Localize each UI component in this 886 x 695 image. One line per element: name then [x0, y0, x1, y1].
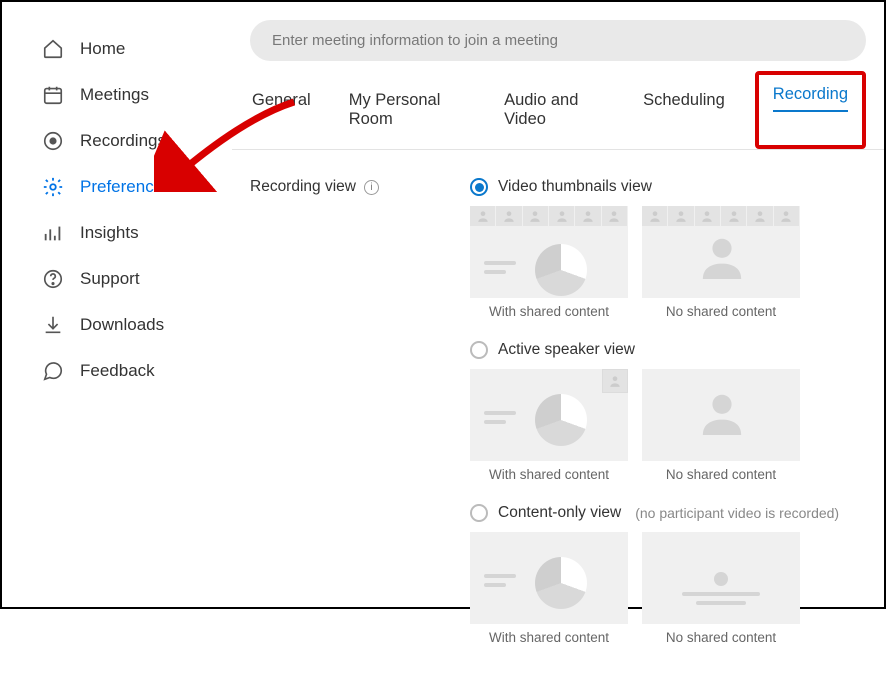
sidebar-item-label: Downloads: [80, 315, 164, 335]
main-panel: Enter meeting information to join a meet…: [232, 2, 884, 607]
radio-active-speaker[interactable]: [470, 341, 488, 359]
preview-row: With shared content No shared content: [470, 532, 866, 645]
info-icon[interactable]: i: [364, 180, 379, 195]
search-input[interactable]: Enter meeting information to join a meet…: [250, 20, 866, 61]
record-icon: [42, 130, 64, 152]
option-hint: (no participant video is recorded): [635, 505, 839, 521]
tab-general[interactable]: General: [250, 73, 313, 149]
preview-image: [470, 206, 628, 298]
sidebar-item-downloads[interactable]: Downloads: [2, 302, 231, 348]
option-content-only: Content-only view (no participant video …: [470, 504, 866, 645]
sidebar-item-home[interactable]: Home: [2, 26, 231, 72]
sidebar-item-label: Home: [80, 39, 125, 59]
sidebar: Home Meetings Recordings Preferences Ins…: [2, 2, 232, 607]
preview-image: [470, 532, 628, 624]
sidebar-item-label: Feedback: [80, 361, 155, 381]
option-title: Content-only view: [498, 504, 621, 522]
chat-icon: [42, 360, 64, 382]
preview-caption: No shared content: [642, 304, 800, 319]
preview-caption: With shared content: [470, 304, 628, 319]
tab-audio-video[interactable]: Audio and Video: [502, 73, 607, 149]
download-icon: [42, 314, 64, 336]
tab-recording[interactable]: Recording: [773, 85, 848, 112]
preview-image: [642, 206, 800, 298]
sidebar-item-label: Meetings: [80, 85, 149, 105]
sidebar-item-label: Support: [80, 269, 140, 289]
preview-image: [470, 369, 628, 461]
preview-row: With shared content: [470, 206, 866, 319]
sidebar-item-preferences[interactable]: Preferences: [2, 164, 231, 210]
section-label-column: Recording view i: [250, 178, 440, 667]
sidebar-item-insights[interactable]: Insights: [2, 210, 231, 256]
option-active-speaker: Active speaker view With shared content: [470, 341, 866, 482]
search-placeholder: Enter meeting information to join a meet…: [272, 32, 558, 49]
preview-caption: No shared content: [642, 467, 800, 482]
sidebar-item-label: Recordings: [80, 131, 166, 151]
tab-personal-room[interactable]: My Personal Room: [347, 73, 468, 149]
sidebar-item-feedback[interactable]: Feedback: [2, 348, 231, 394]
sidebar-item-support[interactable]: Support: [2, 256, 231, 302]
preview-no-content: No shared content: [642, 532, 800, 645]
avatar-icon: [699, 389, 745, 435]
preview-caption: With shared content: [470, 467, 628, 482]
tabs-row: General My Personal Room Audio and Video…: [232, 73, 884, 150]
option-video-thumbnails: Video thumbnails view: [470, 178, 866, 319]
annotation-highlight-recording: Recording: [755, 71, 866, 149]
option-header[interactable]: Active speaker view: [470, 341, 866, 359]
tab-scheduling[interactable]: Scheduling: [641, 73, 727, 149]
sidebar-item-label: Insights: [80, 223, 139, 243]
preview-no-content: No shared content: [642, 369, 800, 482]
preview-no-content: No shared content: [642, 206, 800, 319]
chart-icon: [42, 222, 64, 244]
option-title: Active speaker view: [498, 341, 635, 359]
preview-with-content: With shared content: [470, 206, 628, 319]
radio-video-thumbnails[interactable]: [470, 178, 488, 196]
preview-image: [642, 369, 800, 461]
sidebar-item-recordings[interactable]: Recordings: [2, 118, 231, 164]
preview-with-content: With shared content: [470, 532, 628, 645]
section-label-text: Recording view: [250, 178, 356, 196]
help-icon: [42, 268, 64, 290]
section-label: Recording view i: [250, 178, 440, 196]
preview-image: [642, 532, 800, 624]
content-area: Recording view i Video thumbnails view: [232, 150, 884, 695]
preview-with-content: With shared content: [470, 369, 628, 482]
option-header[interactable]: Content-only view (no participant video …: [470, 504, 866, 522]
preview-caption: No shared content: [642, 630, 800, 645]
option-title: Video thumbnails view: [498, 178, 652, 196]
home-icon: [42, 38, 64, 60]
sidebar-item-label: Preferences: [80, 177, 172, 197]
sidebar-item-meetings[interactable]: Meetings: [2, 72, 231, 118]
gear-icon: [42, 176, 64, 198]
radio-content-only[interactable]: [470, 504, 488, 522]
preview-row: With shared content No shared content: [470, 369, 866, 482]
avatar-icon: [699, 233, 745, 279]
preview-caption: With shared content: [470, 630, 628, 645]
options-column: Video thumbnails view: [470, 178, 866, 667]
calendar-icon: [42, 84, 64, 106]
option-header[interactable]: Video thumbnails view: [470, 178, 866, 196]
